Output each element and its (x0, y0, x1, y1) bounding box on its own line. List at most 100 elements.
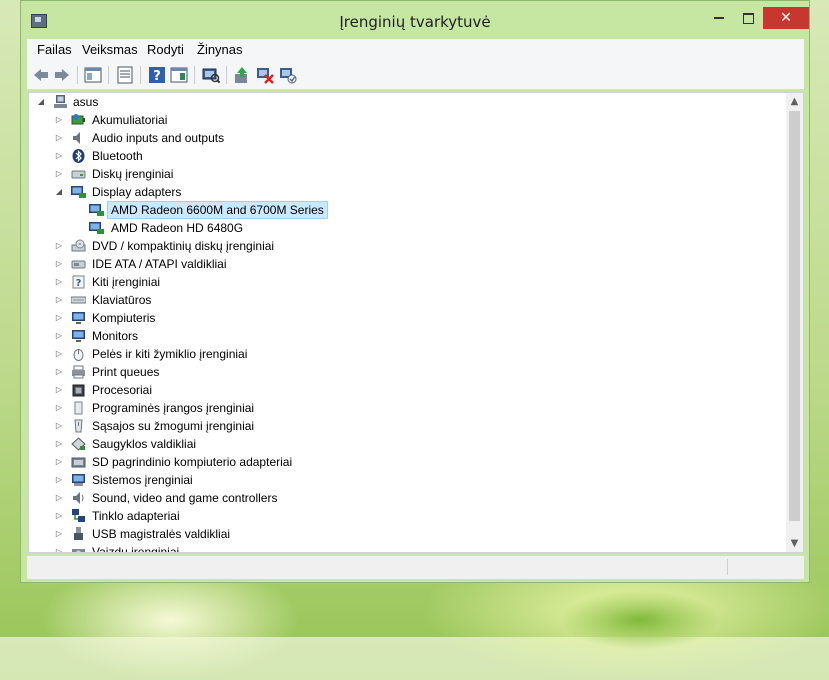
title-bar[interactable]: Įrenginių tvarkytuvė ✕ (21, 1, 809, 37)
tree-category-label: Programinės įrangos įrenginiai (92, 401, 255, 415)
sound-controller-icon (73, 492, 84, 504)
collapse-arrow-icon[interactable]: ▷ (55, 363, 63, 381)
tree-category-label: Procesoriai (92, 383, 153, 397)
software-device-icon (74, 401, 83, 415)
svg-text:?: ? (153, 69, 161, 84)
tree-category-label: Monitors (92, 329, 139, 343)
close-button[interactable]: ✕ (763, 7, 809, 29)
collapse-arrow-icon[interactable]: ▷ (55, 255, 63, 273)
collapse-arrow-icon[interactable]: ▷ (55, 453, 63, 471)
expand-arrow-icon[interactable]: ◢ (37, 93, 45, 111)
action-pane-icon[interactable] (170, 66, 188, 84)
tree-category-label: Klaviatūros (92, 293, 152, 307)
status-cell (27, 559, 728, 575)
maximize-button[interactable] (734, 7, 762, 29)
tree-category-label: IDE ATA / ATAPI valdikliai (92, 257, 227, 271)
collapse-arrow-icon[interactable]: ▷ (55, 309, 63, 327)
tree-category-label: Display adapters (92, 185, 182, 199)
forward-arrow-icon[interactable] (53, 66, 71, 84)
toolbar-separator (226, 66, 227, 84)
tree-category-label: Print queues (92, 365, 160, 379)
computer-icon (72, 312, 85, 324)
collapse-arrow-icon[interactable]: ▷ (55, 237, 63, 255)
tree-device-label: AMD Radeon HD 6480G (111, 221, 244, 235)
imaging-device-icon (72, 549, 85, 552)
monitor-icon (72, 330, 85, 342)
collapse-arrow-icon[interactable]: ▷ (55, 525, 63, 543)
tree-category-label: Pelės ir kiti žymiklio įrenginiai (92, 347, 248, 361)
scroll-down-button[interactable]: ▼ (786, 535, 803, 552)
processor-icon (72, 384, 85, 397)
scroll-thumb[interactable] (789, 111, 800, 521)
system-device-icon (72, 474, 85, 486)
close-icon: ✕ (780, 10, 792, 26)
scroll-up-button[interactable]: ▲ (786, 93, 803, 110)
collapse-arrow-icon[interactable]: ▷ (55, 345, 63, 363)
tree-category-label: Saugyklos valdikliai (92, 437, 197, 451)
collapse-arrow-icon[interactable]: ▷ (55, 165, 63, 183)
show-hide-console-tree-icon[interactable] (84, 66, 102, 84)
collapse-arrow-icon[interactable]: ▷ (55, 399, 63, 417)
uninstall-device-icon[interactable] (256, 66, 274, 84)
back-arrow-icon[interactable] (32, 66, 50, 84)
toolbar-separator (140, 66, 141, 84)
collapse-arrow-icon[interactable]: ▷ (55, 507, 63, 525)
tree-category-label: Bluetooth (92, 149, 143, 163)
tree-root-label: asus (73, 95, 99, 109)
menu-help[interactable]: Žinynas (197, 42, 243, 57)
enable-device-icon[interactable] (279, 66, 297, 84)
collapse-arrow-icon[interactable]: ▷ (55, 327, 63, 345)
tree-category-label: USB magistralės valdikliai (92, 527, 231, 541)
speaker-icon (73, 132, 80, 144)
status-bar (27, 555, 804, 579)
collapse-arrow-icon[interactable]: ▷ (55, 147, 63, 165)
collapse-arrow-icon[interactable]: ▷ (55, 111, 63, 129)
minimize-icon (714, 17, 724, 19)
help-icon[interactable]: ? (148, 66, 166, 84)
tree-category-label: Sound, video and game controllers (92, 491, 278, 505)
tree-category-label: Sistemos įrenginiai (92, 473, 193, 487)
tree-category-label: DVD / kompaktinių diskų įrenginiai (92, 239, 275, 253)
collapse-arrow-icon[interactable]: ▷ (55, 273, 63, 291)
toolbar-separator (194, 66, 195, 84)
display-adapter-icon (89, 222, 104, 234)
collapse-arrow-icon[interactable]: ▷ (55, 471, 63, 489)
tree-category-label: Akumuliatoriai (92, 113, 168, 127)
scan-hardware-icon[interactable] (202, 66, 220, 84)
collapse-arrow-icon[interactable]: ▷ (55, 435, 63, 453)
toolbar-separator (77, 66, 78, 84)
tree-category-label: SD pagrindinio kompiuterio adapteriai (92, 455, 293, 469)
collapse-arrow-icon[interactable]: ▷ (55, 417, 63, 435)
collapse-arrow-icon[interactable]: ▷ (55, 489, 63, 507)
collapse-arrow-icon[interactable]: ▷ (55, 381, 63, 399)
svg-text:?: ? (76, 278, 82, 289)
expand-arrow-icon[interactable]: ◢ (55, 183, 63, 201)
device-manager-window: Įrenginių tvarkytuvė ✕ Failas Veiksmas R… (20, 0, 810, 583)
collapse-arrow-icon[interactable]: ▷ (55, 543, 63, 552)
collapse-arrow-icon[interactable]: ▷ (55, 291, 63, 309)
menu-action[interactable]: Veiksmas (82, 42, 138, 57)
bluetooth-icon (72, 149, 85, 163)
battery-icon (71, 114, 85, 125)
properties-icon[interactable] (116, 66, 134, 84)
window-title: Įrenginių tvarkytuvė (339, 13, 491, 31)
tree-category-label: Vaizdų įrenginiai (92, 545, 180, 553)
menu-view[interactable]: Rodyti (147, 42, 184, 57)
menu-file[interactable]: Failas (37, 42, 72, 57)
network-adapter-icon (72, 509, 85, 522)
tree-category-label: Sąsajos su žmogumi įrenginiai (92, 419, 255, 433)
storage-controller-icon (71, 437, 86, 451)
vertical-scrollbar[interactable]: ▲ ▼ (786, 93, 803, 552)
tree-category-label: Tinklo adapteriai (92, 509, 180, 523)
device-tree[interactable]: ◢ asus ▷ Akumuliatoriai ▷ Audio inputs a… (28, 92, 804, 553)
update-driver-icon[interactable] (233, 66, 251, 84)
collapse-arrow-icon[interactable]: ▷ (55, 129, 63, 147)
display-adapter-icon (89, 204, 104, 216)
dvd-drive-icon (71, 239, 86, 252)
printer-icon (72, 365, 85, 379)
tree-category-label: Audio inputs and outputs (92, 131, 225, 145)
disk-drive-icon (71, 170, 86, 179)
selected-device-label: AMD Radeon 6600M and 6700M Series (107, 201, 328, 219)
minimize-button[interactable] (705, 7, 733, 29)
tree-category-label: Kompiuteris (92, 311, 156, 325)
